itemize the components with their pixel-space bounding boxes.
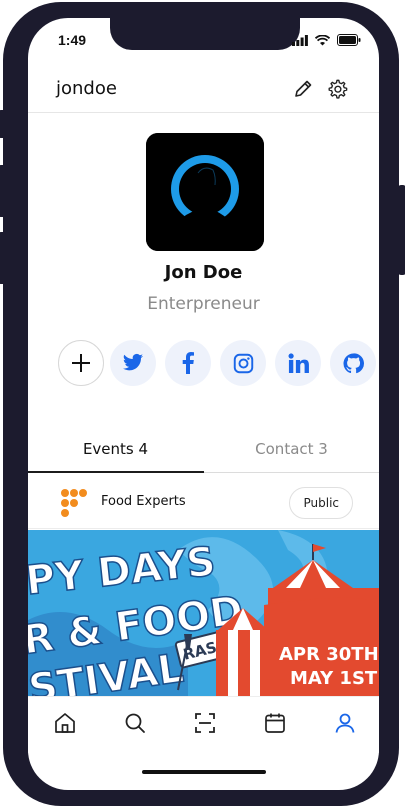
instagram-icon	[233, 353, 253, 373]
signal-icon	[292, 34, 308, 46]
settings-icon[interactable]	[326, 78, 348, 100]
profile-tabs: Events 4 Contact 3	[28, 432, 379, 473]
linkedin-button[interactable]	[275, 340, 321, 386]
power-button	[398, 185, 405, 275]
wifi-icon	[315, 34, 330, 45]
scan-icon[interactable]	[193, 711, 217, 735]
github-icon	[342, 352, 364, 373]
volume-up-button	[0, 165, 6, 217]
status-icons	[292, 34, 361, 46]
active-tab-indicator	[28, 471, 204, 473]
tab-contact[interactable]: Contact 3	[204, 440, 379, 458]
event-card-header[interactable]: Food Experts Public	[28, 478, 379, 529]
event-banner-image[interactable]: PY DAYS R & FOOD STIVAL RASCALS APR 30TH…	[28, 530, 379, 696]
facebook-icon	[182, 352, 194, 374]
home-indicator	[142, 770, 266, 774]
notch	[110, 18, 300, 50]
plus-icon	[72, 354, 90, 372]
side-button	[0, 110, 6, 138]
twitter-icon	[122, 353, 144, 371]
facebook-button[interactable]	[165, 340, 211, 386]
search-icon[interactable]	[123, 711, 147, 735]
profile-icon[interactable]	[333, 711, 357, 735]
event-organizer: Food Experts	[101, 494, 186, 509]
volume-down-button	[0, 232, 6, 284]
status-time: 1:49	[58, 32, 87, 48]
github-button[interactable]	[330, 340, 376, 386]
battery-icon	[337, 34, 361, 46]
instagram-button[interactable]	[220, 340, 266, 386]
avatar-silhouette-image	[146, 133, 264, 251]
tab-events[interactable]: Events 4	[28, 440, 203, 458]
banner-date-1: APR 30TH	[279, 644, 379, 665]
edit-icon[interactable]	[292, 78, 314, 100]
profile-name: Jon Doe	[164, 262, 243, 283]
top-bar: jondoe	[28, 68, 379, 113]
home-icon[interactable]	[53, 711, 77, 735]
linkedin-icon	[288, 353, 309, 373]
add-social-button[interactable]	[58, 340, 104, 386]
visibility-badge: Public	[289, 487, 353, 519]
screen: 1:49 jondoe Jon Doe Enterpreneur Events …	[28, 18, 379, 790]
profile-role: Enterpreneur	[147, 294, 260, 314]
twitter-button[interactable]	[110, 340, 156, 386]
username: jondoe	[56, 78, 117, 99]
bottom-nav	[28, 696, 379, 753]
banner-date-2: MAY 1ST	[290, 668, 378, 689]
festival-banner-illustration: PY DAYS R & FOOD STIVAL RASCALS APR 30TH…	[28, 530, 379, 696]
calendar-icon[interactable]	[263, 711, 287, 735]
food-experts-logo-icon	[61, 489, 87, 517]
avatar[interactable]	[146, 133, 264, 251]
